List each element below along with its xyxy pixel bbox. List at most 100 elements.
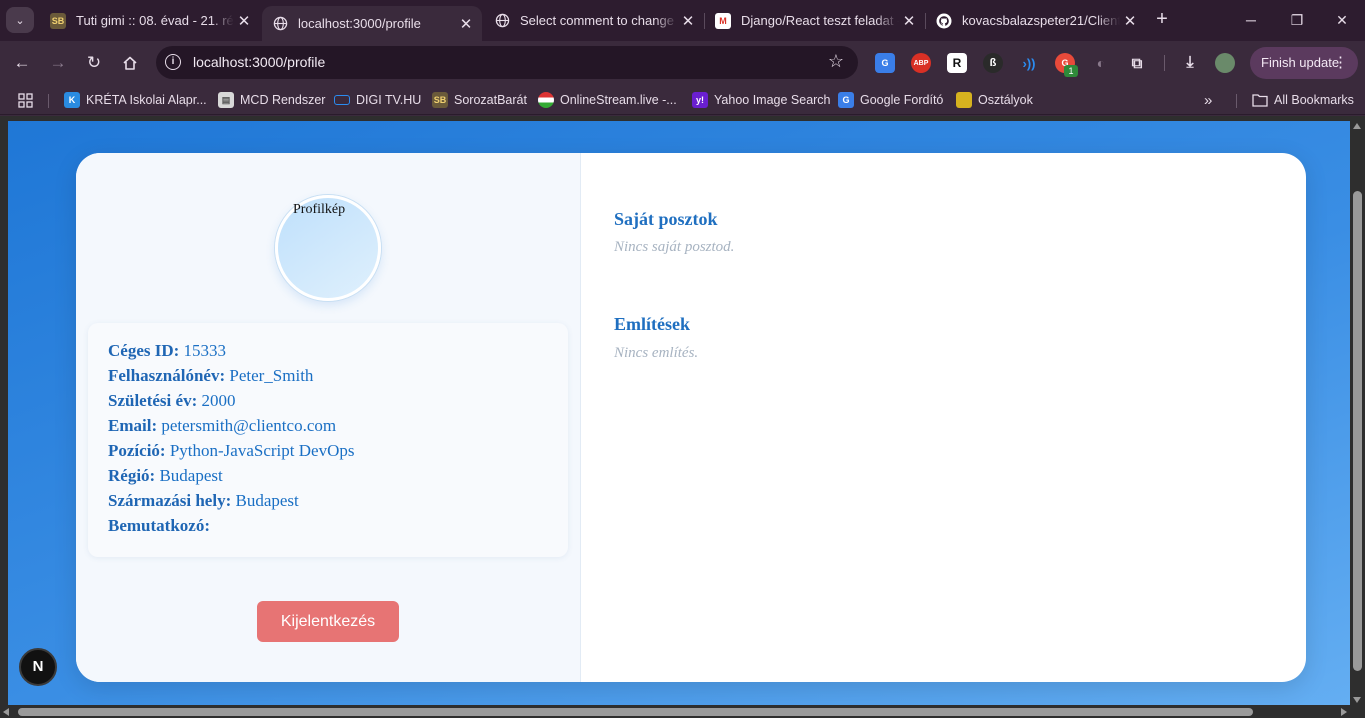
google-translate-icon: G <box>838 92 854 108</box>
info-bio: Bemutatkozó: <box>108 513 548 538</box>
readwise-icon[interactable]: R <box>947 53 967 73</box>
close-icon[interactable]: ✕ <box>678 12 698 30</box>
horizontal-scrollbar[interactable] <box>0 705 1365 718</box>
extension-badge: 1 <box>1064 65 1078 77</box>
profile-sidebar: Profilkép Céges ID: 15333 Felhasználónév… <box>76 153 581 682</box>
hungary-flag-icon <box>538 92 554 108</box>
profile-info-box: Céges ID: 15333 Felhasználónév: Peter_Sm… <box>88 323 568 557</box>
close-icon[interactable]: ✕ <box>234 12 254 30</box>
all-bookmarks-button[interactable]: All Bookmarks <box>1252 91 1354 109</box>
scroll-left-icon[interactable] <box>3 708 9 716</box>
more-vert-icon: ⋮ <box>1333 54 1348 71</box>
folder-icon <box>1252 94 1268 107</box>
info-position: Pozíció: Python-JavaScript DevOps <box>108 438 548 463</box>
info-value: petersmith@clientco.com <box>161 416 337 435</box>
sorozatbarat-favicon-icon: SB <box>50 12 66 29</box>
gmail-icon: M <box>715 12 731 29</box>
site-info-icon[interactable]: i <box>165 54 181 70</box>
back-button[interactable]: ← <box>8 49 36 77</box>
scroll-right-icon[interactable] <box>1341 708 1347 716</box>
minimize-icon: ─ <box>1246 12 1256 28</box>
home-button[interactable] <box>116 49 144 77</box>
info-label: Származási hely: <box>108 491 232 510</box>
close-icon[interactable]: ✕ <box>1120 12 1140 30</box>
globe-icon <box>272 16 288 32</box>
finish-update-button[interactable]: Finish update ⋮ <box>1250 47 1358 79</box>
vertical-scrollbar[interactable] <box>1350 121 1365 705</box>
document-icon: ▤ <box>218 92 234 108</box>
tab-2[interactable]: Select comment to change | Django ✕ <box>484 6 704 35</box>
bookmark-mcd[interactable]: ▤ MCD Rendszer <box>218 91 325 109</box>
apps-button[interactable] <box>18 91 33 109</box>
puzzle-icon[interactable]: ⧉ <box>1127 53 1147 73</box>
tab-1-active[interactable]: localhost:3000/profile ✕ <box>262 6 482 41</box>
close-icon[interactable]: ✕ <box>456 15 476 33</box>
logout-button[interactable]: Kijelentkezés <box>257 601 399 642</box>
bookmark-label: SorozatBarát <box>454 93 527 107</box>
maximize-button[interactable]: ❐ <box>1274 6 1320 34</box>
info-value: Budapest <box>235 491 299 510</box>
github-icon <box>936 13 952 29</box>
close-icon: ✕ <box>1336 12 1348 28</box>
audio-icon[interactable]: ›)) <box>1019 53 1039 73</box>
close-window-button[interactable]: ✕ <box>1319 6 1365 34</box>
bookmark-sorozatbarat[interactable]: SB SorozatBarát <box>432 91 527 109</box>
info-label: Pozíció: <box>108 441 166 460</box>
url-text[interactable]: localhost:3000/profile <box>193 54 325 70</box>
arrow-right-icon: → <box>49 53 67 72</box>
extension-b-icon[interactable]: ß <box>983 53 1003 73</box>
google-translate-icon[interactable]: G <box>875 53 895 73</box>
bookmark-osztalyok[interactable]: Osztályok <box>956 91 1033 109</box>
info-label: Régió: <box>108 466 156 485</box>
restore-icon: ❐ <box>1290 12 1304 28</box>
tab-search-button[interactable]: ⌄ <box>6 7 34 33</box>
reload-button[interactable]: ↻ <box>80 49 108 77</box>
bookmark-star-icon[interactable]: ☆ <box>828 51 844 72</box>
all-bookmarks-label: All Bookmarks <box>1274 93 1354 107</box>
tab-title: Select comment to change | Django <box>520 13 678 28</box>
digi-icon <box>334 95 350 105</box>
info-email: Email: petersmith@clientco.com <box>108 413 548 438</box>
info-label: Céges ID: <box>108 341 180 360</box>
profile-card: Profilkép Céges ID: 15333 Felhasználónév… <box>76 153 1306 682</box>
bookmark-yahoo[interactable]: y! Yahoo Image Search <box>692 91 831 109</box>
bookmarks-separator <box>1236 94 1237 108</box>
tab-3[interactable]: M Django/React teszt feladat - ✕ <box>705 6 925 35</box>
tab-title: kovacsbalazspeter21/ClientCo <box>962 13 1120 28</box>
scroll-thumb[interactable] <box>1353 191 1362 671</box>
home-icon <box>123 56 137 70</box>
profile-avatar: Profilkép <box>275 195 381 301</box>
info-company-id: Céges ID: 15333 <box>108 338 548 363</box>
scroll-thumb[interactable] <box>18 708 1253 716</box>
bookmark-kreta[interactable]: K KRÉTA Iskolai Alapr... <box>64 91 207 109</box>
forward-button[interactable]: → <box>44 49 72 77</box>
minimize-button[interactable]: ─ <box>1228 6 1274 34</box>
info-origin: Származási hely: Budapest <box>108 488 548 513</box>
tab-title: Django/React teszt feladat - <box>741 13 899 28</box>
classroom-icon <box>956 92 972 108</box>
close-icon[interactable]: ✕ <box>899 12 919 30</box>
download-icon[interactable]: ⤓ <box>1180 53 1200 73</box>
mouse-icon[interactable]: ◐ <box>1091 53 1111 73</box>
scroll-up-icon[interactable] <box>1353 123 1361 129</box>
bookmark-digi[interactable]: DIGI TV.HU <box>334 91 421 109</box>
avatar-profile-icon[interactable] <box>1215 53 1235 73</box>
bookmark-google-translate[interactable]: G Google Fordító <box>838 91 943 109</box>
bookmark-label: Yahoo Image Search <box>714 93 831 107</box>
bookmark-label: OnlineStream.live -... <box>560 93 677 107</box>
tab-title: Tuti gimi :: 08. évad - 21. rész <box>76 13 234 28</box>
own-posts-title: Saját posztok <box>614 209 718 229</box>
sorozatbarat-icon: SB <box>432 92 448 108</box>
bookmark-onlinestream[interactable]: OnlineStream.live -... <box>538 91 677 109</box>
nextjs-dev-indicator[interactable]: N <box>19 648 57 686</box>
bookmarks-overflow-button[interactable]: » <box>1204 91 1212 109</box>
new-tab-button[interactable]: + <box>1150 8 1174 32</box>
yahoo-icon: y! <box>692 92 708 108</box>
scroll-down-icon[interactable] <box>1353 697 1361 703</box>
adblock-plus-icon[interactable]: ABP <box>911 53 931 73</box>
address-bar[interactable]: i localhost:3000/profile ☆ <box>156 46 858 79</box>
tab-0[interactable]: SB Tuti gimi :: 08. évad - 21. rész ✕ <box>40 6 260 35</box>
chevron-down-icon: ⌄ <box>15 14 25 27</box>
tab-4[interactable]: kovacsbalazspeter21/ClientCo ✕ <box>926 6 1146 35</box>
own-posts-empty: Nincs saját posztod. <box>614 239 735 255</box>
